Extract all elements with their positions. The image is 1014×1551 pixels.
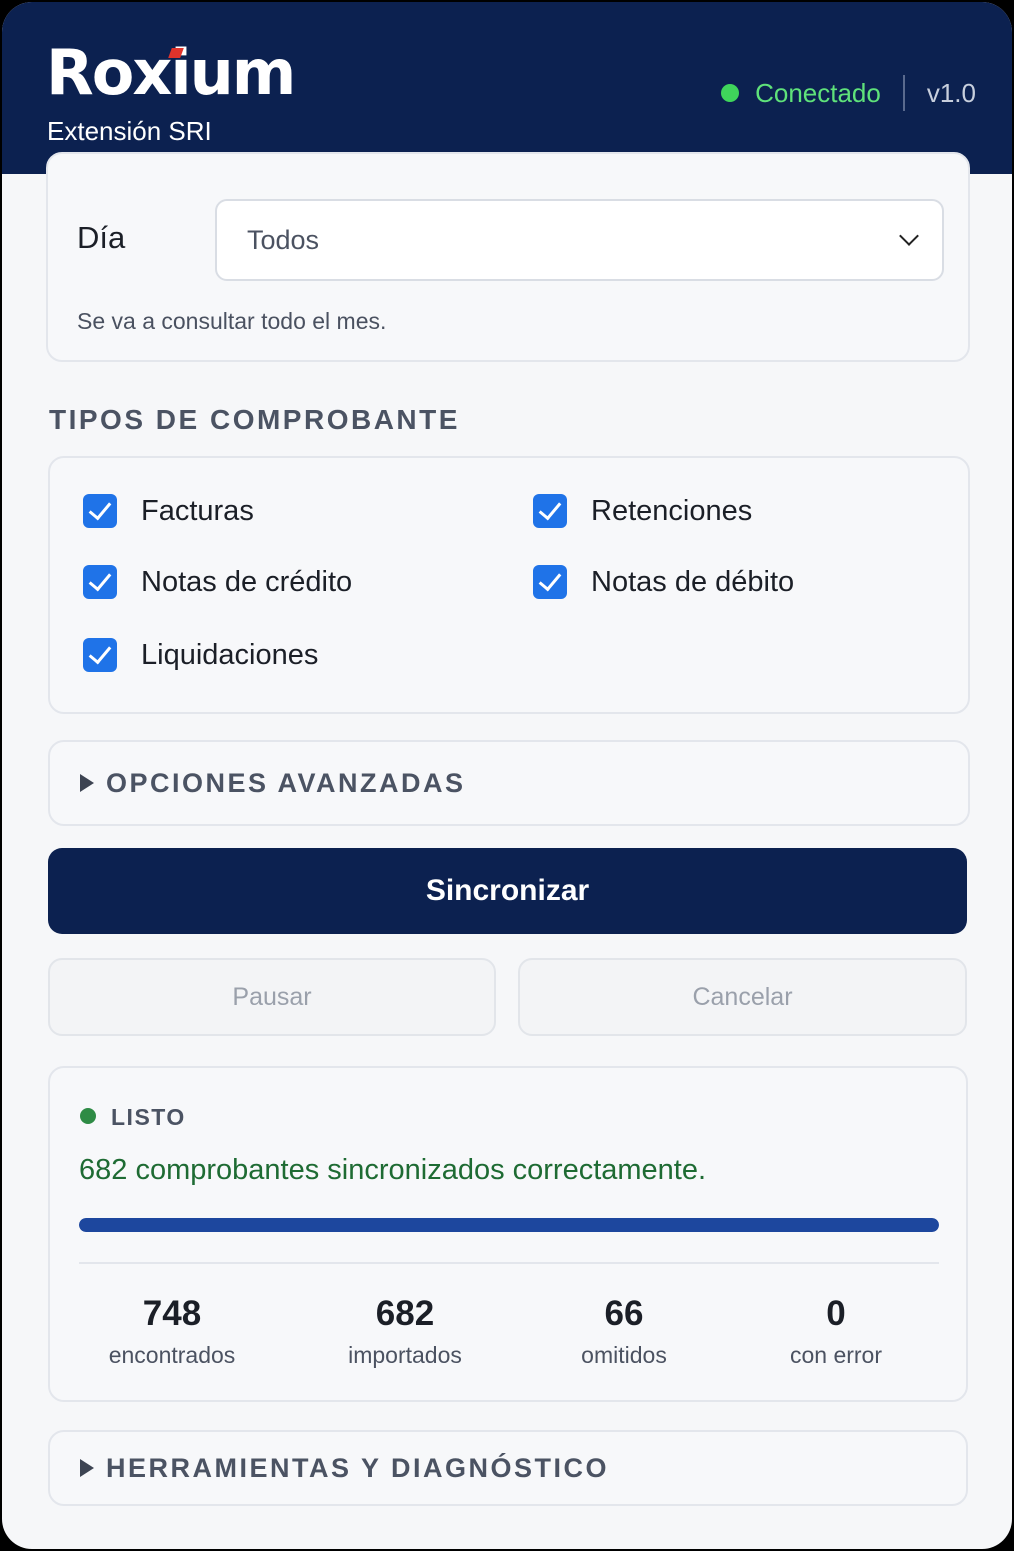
stat-imported: 682 importados [295,1294,515,1369]
progress-bar [79,1218,939,1232]
checkbox-checked-icon[interactable] [83,638,117,672]
cancel-button[interactable]: Cancelar [518,958,967,1036]
sync-button[interactable]: Sincronizar [48,848,967,934]
connection-dot-icon [721,84,740,102]
day-select-value: Todos [247,225,320,255]
stats-divider [79,1262,939,1264]
stat-label: importados [348,1342,462,1368]
stat-errors: 0 con error [726,1294,946,1369]
stat-value: 66 [604,1294,644,1333]
checkbox-label: Notas de crédito [141,565,353,598]
triangle-right-icon [80,1459,94,1477]
status-message: 682 comprobantes sincronizados correctam… [79,1154,707,1186]
stat-label: encontrados [108,1342,236,1368]
stat-omitted: 66 omitidos [514,1294,734,1369]
day-label: Día [77,220,126,255]
checkbox-checked-icon[interactable] [83,565,117,599]
day-hint: Se va a consultar todo el mes. [77,308,387,334]
stat-found: 748 encontrados [62,1294,282,1369]
checkbox-label: Notas de débito [591,565,795,598]
logo-text: Roxium [46,36,296,109]
extension-popup: Roxium Extensión SRI Conectado v1.0 Día … [2,2,1012,1549]
progress-fill [79,1218,939,1232]
connection-status-text: Conectado [755,77,881,108]
app-header: Roxium Extensión SRI Conectado v1.0 [2,2,1012,174]
checkbox-facturas[interactable]: Facturas [83,494,254,528]
triangle-right-icon [80,774,94,792]
day-select[interactable]: Todos [215,199,944,281]
status-dot-icon [80,1108,96,1124]
checkbox-label: Facturas [141,494,254,527]
roxium-logo: Roxium [46,42,296,104]
checkbox-label: Retenciones [591,494,753,527]
connection-status: Conectado v1.0 [721,75,976,111]
checkbox-checked-icon[interactable] [83,494,117,528]
checkbox-checked-icon[interactable] [533,565,567,599]
header-divider [902,75,905,111]
stat-value: 748 [142,1294,202,1333]
stat-value: 0 [826,1294,846,1333]
app-subtitle: Extensión SRI [47,116,212,146]
advanced-options-title: OPCIONES AVANZADAS [106,768,466,798]
checkbox-notas-credito[interactable]: Notas de crédito [83,565,352,599]
checkbox-liquidaciones[interactable]: Liquidaciones [83,638,318,672]
pause-button[interactable]: Pausar [48,958,496,1036]
tools-diagnostics-title: HERRAMIENTAS Y DIAGNÓSTICO [106,1453,610,1483]
checkbox-retenciones[interactable]: Retenciones [533,494,752,528]
stat-value: 682 [375,1294,435,1333]
status-label: LISTO [111,1104,186,1130]
checkbox-checked-icon[interactable] [533,494,567,528]
chevron-down-icon [899,226,919,246]
checkbox-notas-debito[interactable]: Notas de débito [533,565,794,599]
checkbox-label: Liquidaciones [141,638,319,671]
version-label: v1.0 [926,77,976,108]
types-section-title: TIPOS DE COMPROBANTE [49,404,460,435]
stat-label: omitidos [581,1342,667,1368]
stat-label: con error [789,1342,883,1368]
